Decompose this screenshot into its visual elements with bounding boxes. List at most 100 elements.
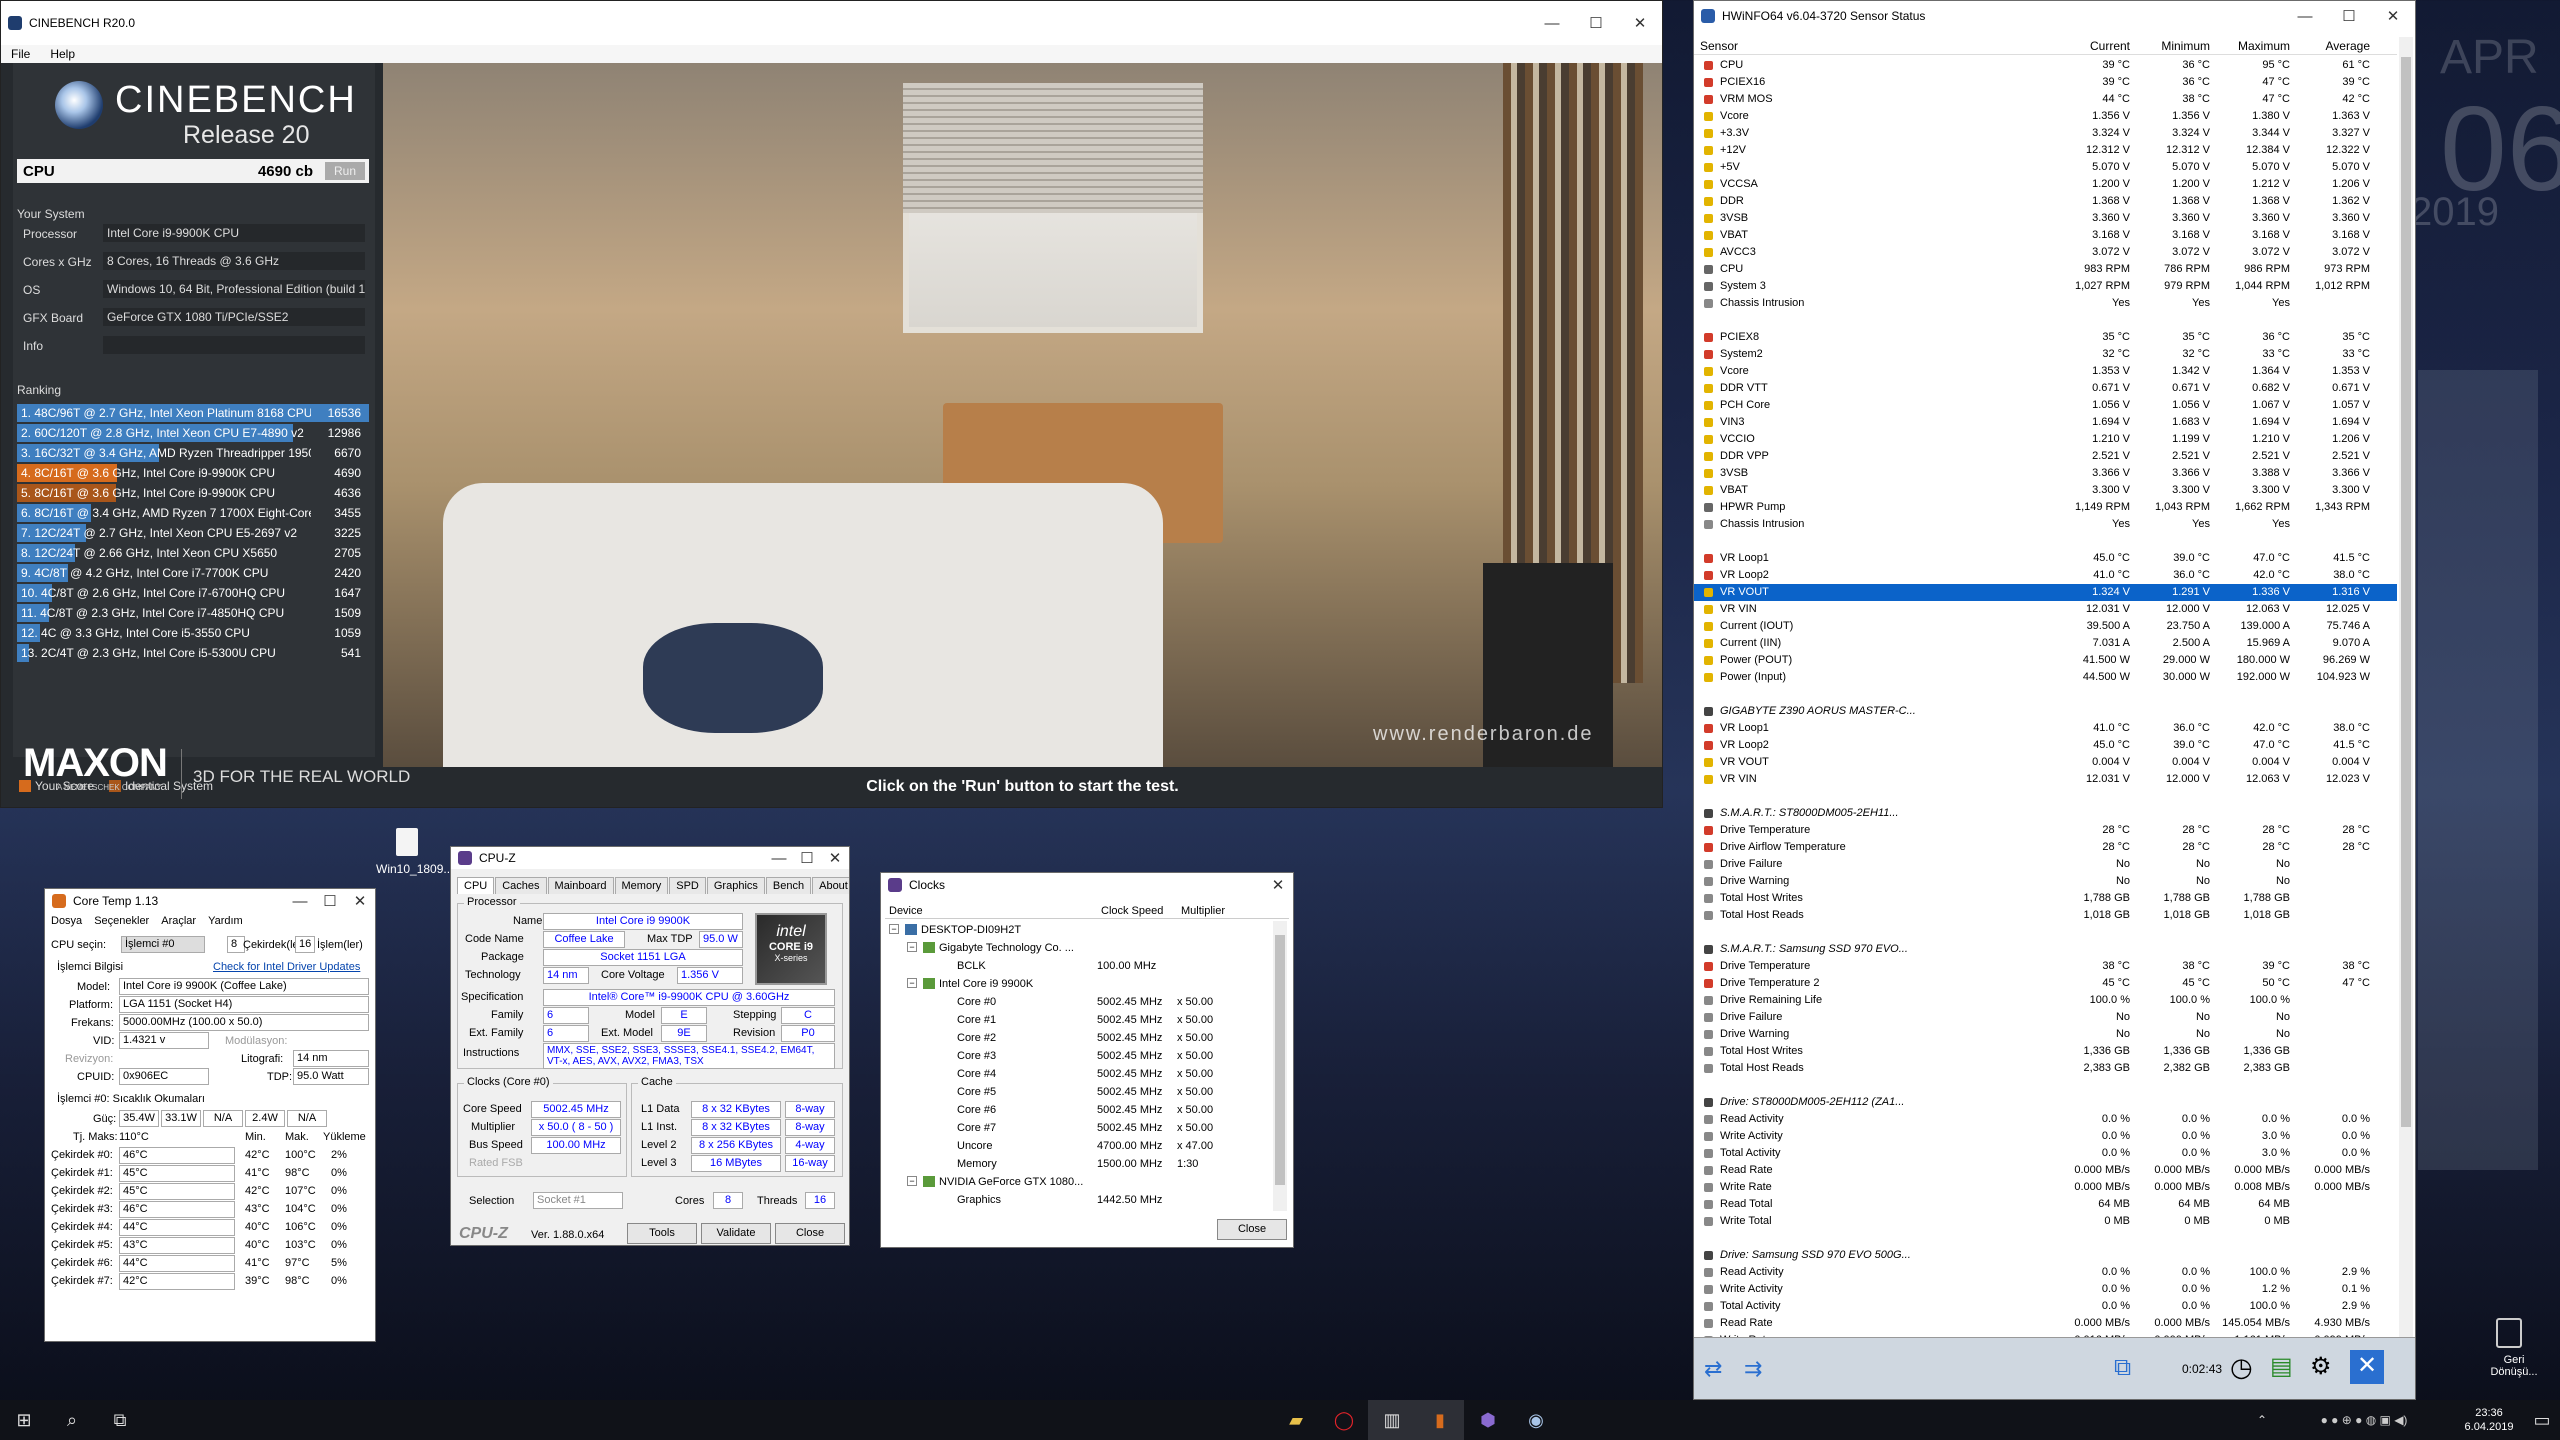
maximize-icon[interactable]: ☐: [315, 892, 345, 910]
clocks-tree-item[interactable]: BCLK 100.00 MHz: [885, 957, 1273, 975]
cpuz-selection-dropdown[interactable]: Socket #1: [533, 1192, 623, 1209]
run-button[interactable]: Run: [325, 162, 365, 180]
col-sensor[interactable]: Sensor: [1700, 39, 1738, 53]
sensor-row[interactable]: CPU 39 °C 36 °C 95 °C 61 °C: [1694, 57, 2397, 74]
sensor-group[interactable]: Drive: Samsung SSD 970 EVO 500G...: [1694, 1247, 2397, 1264]
sensor-row[interactable]: VBAT 3.300 V 3.300 V 3.300 V 3.300 V: [1694, 482, 2397, 499]
ct-menu-tools[interactable]: Araçlar: [155, 913, 202, 931]
sensor-row[interactable]: DDR VTT 0.671 V 0.671 V 0.682 V 0.671 V: [1694, 380, 2397, 397]
sensor-row[interactable]: Drive Warning No No No: [1694, 1026, 2397, 1043]
sensor-row[interactable]: Drive Warning No No No: [1694, 873, 2397, 890]
clocks-tree-item[interactable]: − NVIDIA GeForce GTX 1080...: [885, 1173, 1273, 1191]
expand-icon[interactable]: −: [907, 942, 917, 952]
ranking-row[interactable]: 4. 8C/16T @ 3.6 GHz, Intel Core i9-9900K…: [17, 463, 365, 483]
hwinfo-scroll-thumb[interactable]: [2401, 57, 2411, 1127]
sensor-row[interactable]: Read Rate 0.000 MB/s 0.000 MB/s 0.000 MB/s 0…: [1694, 1162, 2397, 1179]
file-explorer-icon[interactable]: ▰: [1272, 1400, 1320, 1440]
settings-icon[interactable]: ⚙: [2310, 1352, 2332, 1381]
close-icon[interactable]: ✕: [345, 892, 375, 910]
ranking-row[interactable]: 6. 8C/16T @ 3.4 GHz, AMD Ryzen 7 1700X E…: [17, 503, 365, 523]
sensor-group[interactable]: GIGABYTE Z390 AORUS MASTER-C...: [1694, 703, 2397, 720]
sensor-row[interactable]: Read Activity 0.0 % 0.0 % 100.0 % 2.9 %: [1694, 1264, 2397, 1281]
sensor-row[interactable]: Write Activity 0.0 % 0.0 % 1.2 % 0.1 %: [1694, 1281, 2397, 1298]
opera-icon[interactable]: ◯: [1320, 1400, 1368, 1440]
sensor-row[interactable]: VCCIO 1.210 V 1.199 V 1.210 V 1.206 V: [1694, 431, 2397, 448]
sensor-row[interactable]: CPU 983 RPM 786 RPM 986 RPM 973 RPM: [1694, 261, 2397, 278]
sensor-group[interactable]: S.M.A.R.T.: ST8000DM005-2EH11...: [1694, 805, 2397, 822]
hwinfo-titlebar[interactable]: HWiNFO64 v6.04-3720 Sensor Status — ☐ ✕: [1694, 1, 2415, 31]
ct-menu-file[interactable]: Dosya: [45, 913, 88, 931]
clocks-col-speed[interactable]: Clock Speed: [1101, 905, 1163, 917]
sensor-row[interactable]: PCIEX8 35 °C 35 °C 36 °C 35 °C: [1694, 329, 2397, 346]
maximize-icon[interactable]: ☐: [793, 849, 821, 867]
clocks-tree-item[interactable]: Core #2 5002.45 MHz x 50.00: [885, 1029, 1273, 1047]
sensor-row[interactable]: VCCSA 1.200 V 1.200 V 1.212 V 1.206 V: [1694, 176, 2397, 193]
clock-icon[interactable]: ◷: [2230, 1352, 2253, 1383]
desktop-file-icon[interactable]: [396, 828, 418, 856]
close-icon[interactable]: ✕: [1263, 876, 1293, 894]
sensor-row[interactable]: VR Loop2 41.0 °C 36.0 °C 42.0 °C 38.0 °C: [1694, 567, 2397, 584]
sensor-row[interactable]: Drive Airflow Temperature 28 °C 28 °C 28 °C…: [1694, 839, 2397, 856]
sensor-row[interactable]: Drive Temperature 2 45 °C 45 °C 50 °C 47 °C: [1694, 975, 2397, 992]
nav-right-icon[interactable]: ⇉: [1744, 1356, 1762, 1382]
sensor-row[interactable]: VR VOUT 1.324 V 1.291 V 1.336 V 1.316 V: [1694, 584, 2397, 601]
sensor-row[interactable]: Write Activity 0.0 % 0.0 % 3.0 % 0.0 %: [1694, 1128, 2397, 1145]
sensor-row[interactable]: Drive Remaining Life 100.0 % 100.0 % 100.0 …: [1694, 992, 2397, 1009]
tray-clock[interactable]: 23:36 6.04.2019: [2454, 1406, 2524, 1434]
sensor-row[interactable]: HPWR Pump 1,149 RPM 1,043 RPM 1,662 RPM 1,34…: [1694, 499, 2397, 516]
ranking-row[interactable]: 12. 4C @ 3.3 GHz, Intel Core i5-3550 CPU…: [17, 623, 365, 643]
clocks-tree-item[interactable]: Graphics 1442.50 MHz: [885, 1191, 1273, 1209]
clocks-titlebar[interactable]: Clocks ✕: [881, 873, 1293, 897]
sensor-row[interactable]: Drive Temperature 38 °C 38 °C 39 °C 38 °C: [1694, 958, 2397, 975]
sensor-row[interactable]: VR Loop2 45.0 °C 39.0 °C 47.0 °C 41.5 °C: [1694, 737, 2397, 754]
cpuz-close-button[interactable]: Close: [775, 1223, 845, 1244]
ranking-row[interactable]: 7. 12C/24T @ 2.7 GHz, Intel Xeon CPU E5-…: [17, 523, 365, 543]
sensor-row[interactable]: VIN3 1.694 V 1.683 V 1.694 V 1.694 V: [1694, 414, 2397, 431]
clocks-tree-item[interactable]: Core #3 5002.45 MHz x 50.00: [885, 1047, 1273, 1065]
tray-overflow-icon[interactable]: ⌃: [2250, 1400, 2274, 1440]
cpuz-tab-memory[interactable]: Memory: [614, 877, 669, 894]
sensor-row[interactable]: +3.3V 3.324 V 3.324 V 3.344 V 3.327 V: [1694, 125, 2397, 142]
close-icon[interactable]: ✕: [1618, 14, 1662, 32]
cinebench-titlebar[interactable]: CINEBENCH R20.0 — ☐ ✕: [1, 1, 1662, 45]
sensor-row[interactable]: Chassis Intrusion Yes Yes Yes: [1694, 516, 2397, 533]
ct-menu-options[interactable]: Seçenekler: [88, 913, 155, 931]
coretemp-titlebar[interactable]: Core Temp 1.13 — ☐ ✕: [45, 889, 375, 913]
sensor-row[interactable]: 3VSB 3.366 V 3.366 V 3.388 V 3.366 V: [1694, 465, 2397, 482]
sensor-row[interactable]: VR Loop1 45.0 °C 39.0 °C 47.0 °C 41.5 °C: [1694, 550, 2397, 567]
sensor-row[interactable]: Drive Failure No No No: [1694, 1009, 2397, 1026]
ct-update-link[interactable]: Check for Intel Driver Updates: [213, 961, 360, 973]
col-maximum[interactable]: Maximum: [2210, 39, 2290, 53]
start-icon[interactable]: ⊞: [0, 1400, 48, 1440]
hwinfo-taskbar-icon[interactable]: ▥: [1368, 1400, 1416, 1440]
clocks-tree-item[interactable]: Uncore 4700.00 MHz x 47.00: [885, 1137, 1273, 1155]
desktop-file-label[interactable]: Win10_1809...: [376, 862, 453, 876]
sensor-row[interactable]: System 3 1,027 RPM 979 RPM 1,044 RPM 1,012 R…: [1694, 278, 2397, 295]
col-minimum[interactable]: Minimum: [2130, 39, 2210, 53]
clocks-tree-item[interactable]: − DESKTOP-DI09H2T: [885, 921, 1273, 939]
clocks-tree-item[interactable]: Core #6 5002.45 MHz x 50.00: [885, 1101, 1273, 1119]
ct-cpu-select[interactable]: İşlemci #0: [121, 936, 205, 953]
sensor-row[interactable]: System2 32 °C 32 °C 33 °C 33 °C: [1694, 346, 2397, 363]
cpuz-tab-cpu[interactable]: CPU: [457, 877, 495, 894]
hwinfo-scrollbar[interactable]: [2399, 37, 2413, 1337]
clocks-tree-item[interactable]: Core #7 5002.45 MHz x 50.00: [885, 1119, 1273, 1137]
sensor-row[interactable]: Power (POUT) 41.500 W 29.000 W 180.000 W 96.…: [1694, 652, 2397, 669]
minimize-icon[interactable]: —: [765, 850, 793, 867]
clocks-col-mult[interactable]: Multiplier: [1181, 905, 1225, 917]
sensor-row[interactable]: Vcore 1.356 V 1.356 V 1.380 V 1.363 V: [1694, 108, 2397, 125]
col-current[interactable]: Current: [2050, 39, 2130, 53]
task-view-icon[interactable]: ⧉: [96, 1400, 144, 1440]
close-icon[interactable]: ✕: [2371, 7, 2415, 25]
cpuz-tab-bench[interactable]: Bench: [765, 877, 812, 894]
sensor-row[interactable]: DDR VPP 2.521 V 2.521 V 2.521 V 2.521 V: [1694, 448, 2397, 465]
sensor-row[interactable]: Total Host Writes 1,336 GB 1,336 GB 1,336 G…: [1694, 1043, 2397, 1060]
clocks-scrollbar[interactable]: [1273, 921, 1287, 1211]
search-icon[interactable]: ⌕: [48, 1400, 96, 1440]
expand-icon[interactable]: −: [907, 1176, 917, 1186]
clocks-scroll-thumb[interactable]: [1275, 935, 1285, 1185]
col-average[interactable]: Average: [2290, 39, 2370, 53]
menu-help[interactable]: Help: [40, 45, 85, 63]
cpuz-tab-mainboard[interactable]: Mainboard: [547, 877, 614, 894]
expand-icon[interactable]: −: [889, 924, 899, 934]
